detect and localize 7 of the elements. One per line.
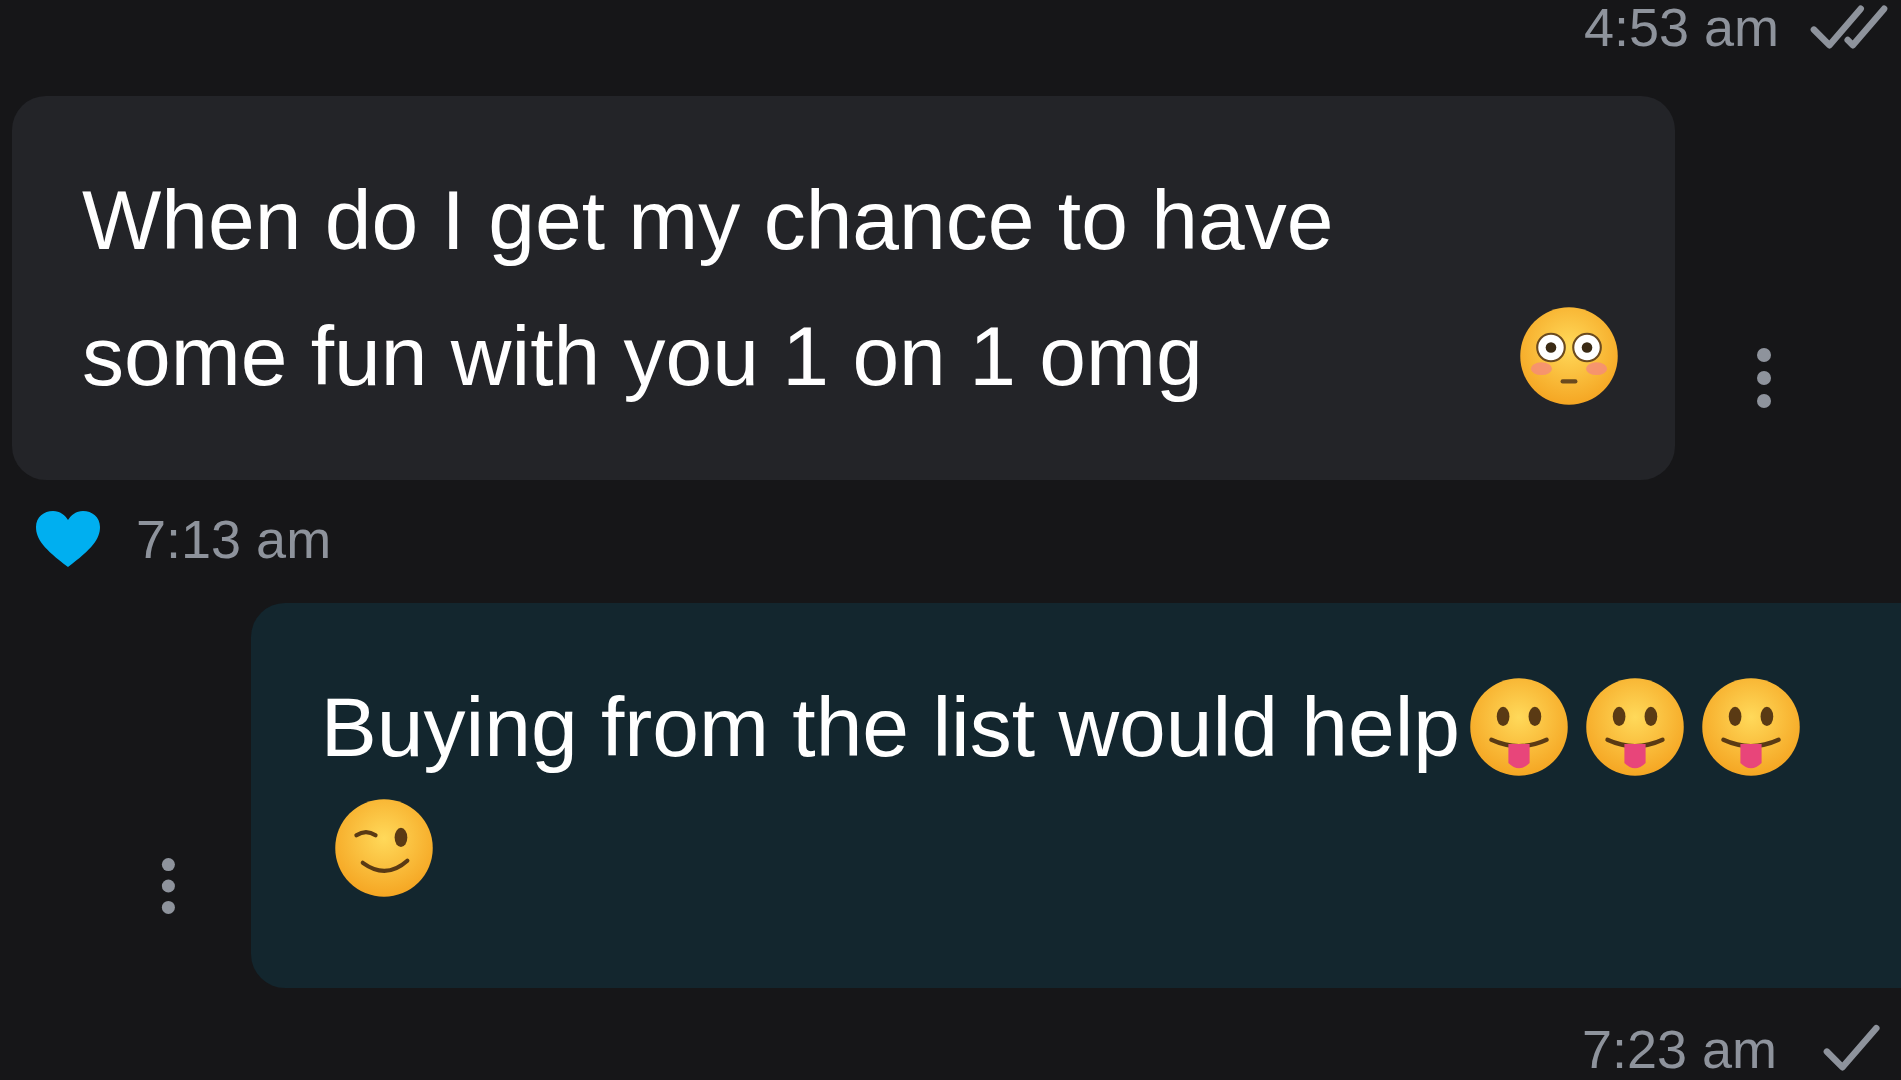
message-text: Buying from the list would help <box>320 679 1461 776</box>
message-time: 7:13 am <box>136 507 332 570</box>
heart-icon[interactable] <box>34 508 102 569</box>
more-options-icon[interactable] <box>1755 346 1773 410</box>
message-text: When do I get my chance to have some fun with you 1 on 1 omg <box>82 172 1335 405</box>
message-time: 7:23 am <box>1581 1018 1777 1080</box>
message-time: 4:53 am <box>1583 0 1779 58</box>
